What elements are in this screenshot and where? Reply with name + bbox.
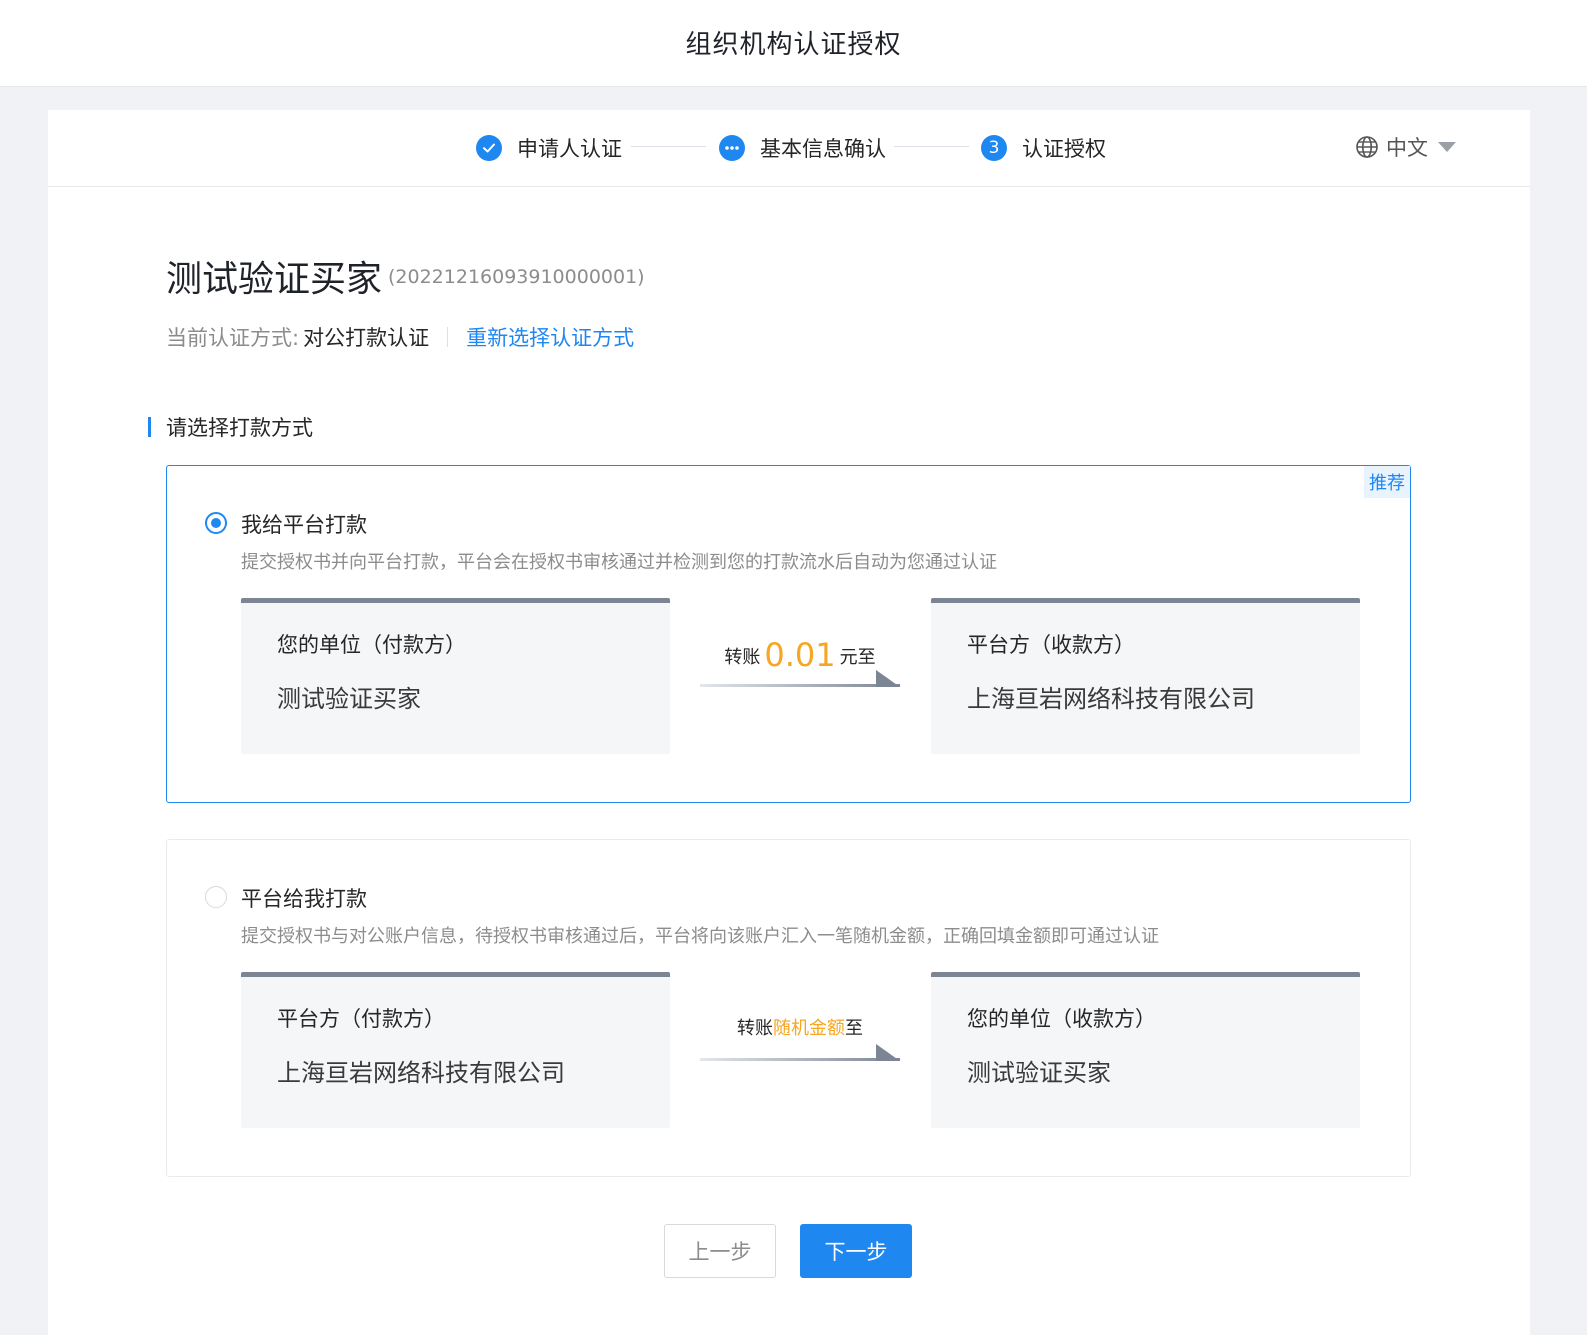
step-auth-grant: 3 认证授权 <box>981 133 1106 163</box>
language-label: 中文 <box>1386 136 1428 160</box>
transfer-info: 转账 0.01 元至 <box>700 636 900 688</box>
step-connector <box>894 146 969 147</box>
globe-icon <box>1356 136 1378 158</box>
step-label: 申请人认证 <box>517 137 622 161</box>
current-mode-key: 当前认证方式: <box>166 326 300 350</box>
arrow-right-icon <box>700 670 900 687</box>
more-icon <box>719 135 745 161</box>
payee-role: 您的单位（收款方） <box>967 1007 1156 1031</box>
reselect-auth-link[interactable]: 重新选择认证方式 <box>466 322 634 352</box>
section-title: 请选择打款方式 <box>148 412 313 442</box>
radio-pay-platform[interactable] <box>205 512 227 534</box>
current-mode-value: 对公打款认证 <box>303 326 430 350</box>
step-applicant-auth: 申请人认证 <box>476 133 622 163</box>
language-selector[interactable]: 中文 <box>1355 132 1456 162</box>
next-step-button[interactable]: 下一步 <box>800 1224 912 1278</box>
option-title: 平台给我打款 <box>241 887 367 911</box>
payee-card: 平台方（收款方） 上海亘岩网络科技有限公司 <box>931 598 1360 754</box>
step-basic-info: 基本信息确认 <box>719 133 886 163</box>
payer-card: 平台方（付款方） 上海亘岩网络科技有限公司 <box>241 972 670 1128</box>
prev-step-button[interactable]: 上一步 <box>664 1224 776 1278</box>
org-id: (20221216093910000001) <box>388 266 645 288</box>
org-name: 测试验证买家 <box>166 259 383 300</box>
check-icon <box>476 135 502 161</box>
transfer-text: 转账 0.01 元至 <box>700 636 900 674</box>
transfer-suffix: 至 <box>845 1018 863 1039</box>
step-label: 认证授权 <box>1022 137 1106 161</box>
payer-role: 平台方（付款方） <box>277 1007 445 1031</box>
option-description: 提交授权书与对公账户信息，待授权书审核通过后，平台将向该账户汇入一笔随机金额，正… <box>241 926 1159 947</box>
transfer-info: 转账随机金额至 <box>700 1012 900 1062</box>
transfer-text: 转账随机金额至 <box>700 1014 900 1040</box>
transfer-prefix: 转账 <box>737 1018 773 1039</box>
payee-name: 上海亘岩网络科技有限公司 <box>967 685 1255 713</box>
payee-name: 测试验证买家 <box>967 1059 1111 1087</box>
option-pay-platform[interactable]: 推荐 我给平台打款 提交授权书并向平台打款，平台会在授权书审核通过并检测到您的打… <box>166 465 1411 803</box>
caret-down-icon <box>1438 142 1456 152</box>
steps-bar: 申请人认证 基本信息确认 3 认证授权 中文 <box>48 110 1530 187</box>
recommend-badge: 推荐 <box>1364 466 1410 498</box>
transfer-prefix: 转账 <box>724 647 761 668</box>
step-connector <box>631 146 706 147</box>
step-label: 基本信息确认 <box>760 137 886 161</box>
payer-name: 测试验证买家 <box>277 685 421 713</box>
transfer-amount: 0.01 <box>764 636 836 674</box>
section-title-text: 请选择打款方式 <box>166 416 313 440</box>
arrow-right-icon <box>700 1044 900 1061</box>
payer-card: 您的单位（付款方） 测试验证买家 <box>241 598 670 754</box>
payer-role: 您的单位（付款方） <box>277 633 466 657</box>
option-description: 提交授权书并向平台打款，平台会在授权书审核通过并检测到您的打款流水后自动为您通过… <box>241 552 997 573</box>
section-accent-bar <box>148 417 151 437</box>
current-auth-mode: 当前认证方式: 对公打款认证 重新选择认证方式 <box>166 322 634 352</box>
main-card: 申请人认证 基本信息确认 3 认证授权 中文 测试验证买家 (202212160… <box>48 110 1530 1335</box>
payee-card: 您的单位（收款方） 测试验证买家 <box>931 972 1360 1128</box>
payer-name: 上海亘岩网络科技有限公司 <box>277 1059 565 1087</box>
transfer-random-amount: 随机金额 <box>773 1018 845 1039</box>
radio-platform-pays[interactable] <box>205 886 227 908</box>
option-platform-pays[interactable]: 平台给我打款 提交授权书与对公账户信息，待授权书审核通过后，平台将向该账户汇入一… <box>166 839 1411 1177</box>
payee-role: 平台方（收款方） <box>967 633 1135 657</box>
divider <box>447 327 449 347</box>
transfer-suffix: 元至 <box>839 647 876 668</box>
option-title: 我给平台打款 <box>241 513 367 537</box>
top-header: 组织机构认证授权 <box>0 0 1587 87</box>
page-title: 组织机构认证授权 <box>685 30 902 60</box>
step-number: 3 <box>981 135 1007 161</box>
